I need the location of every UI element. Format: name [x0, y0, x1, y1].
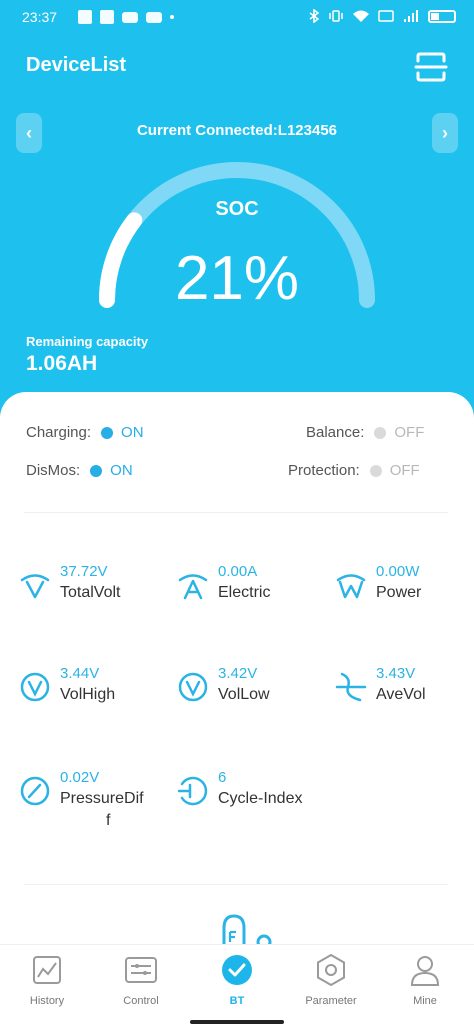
voltage-low-icon [178, 672, 208, 702]
pressure-diff-icon [20, 776, 50, 806]
metric-ave-vol: 3.43V AveVol [334, 664, 426, 706]
status-dot-icon [369, 464, 382, 477]
metric-vol-low: 3.42V VolLow [176, 664, 270, 706]
wifi-icon [353, 10, 369, 22]
average-voltage-icon [335, 672, 367, 702]
signal-icon [404, 10, 418, 22]
dismos-state-value: ON [110, 462, 133, 479]
sim-icon [378, 10, 394, 22]
tab-bt[interactable]: BT [190, 953, 284, 1007]
metric-value: 6 [218, 769, 227, 786]
metric-cycle-index: 6 Cycle-Index [176, 768, 302, 810]
dismos-state[interactable]: DisMos: ON [26, 462, 133, 479]
next-device-button[interactable]: › [432, 113, 458, 153]
protection-state-value: OFF [389, 462, 420, 479]
cycle-index-icon [177, 776, 208, 806]
metric-electric: 0.00A Electric [176, 562, 270, 604]
balance-state-label: Balance: [306, 424, 365, 441]
metric-pressure-diff: 0.02V PressureDif f [18, 768, 144, 832]
car-icon [122, 11, 138, 23]
metric-value: 37.72V [60, 563, 108, 580]
status-dot-icon [374, 426, 387, 439]
metric-vol-high: 3.44V VolHigh [18, 664, 115, 706]
metric-label: Power [376, 584, 422, 601]
bottom-tab-bar: History Control BT Parameter Mine [0, 944, 474, 1031]
metric-value: 3.42V [218, 665, 258, 682]
scan-frame-icon[interactable] [414, 50, 448, 84]
divider [24, 884, 448, 885]
status-notification-icons [78, 10, 174, 24]
car-icon-2 [146, 11, 162, 23]
tab-label: Control [123, 995, 159, 1007]
divider [24, 512, 448, 513]
tab-label: Parameter [305, 995, 357, 1007]
tab-parameter[interactable]: Parameter [284, 953, 378, 1007]
total-volt-icon [20, 574, 50, 599]
status-time: 23:37 [22, 9, 58, 25]
balance-state[interactable]: Balance: OFF [306, 424, 424, 441]
metric-label-wrap: f [106, 812, 111, 829]
protection-state[interactable]: Protection: OFF [288, 462, 420, 479]
bluetooth-check-icon [222, 955, 252, 985]
tab-history[interactable]: History [0, 953, 94, 1007]
metric-total-volt: 37.72V TotalVolt [18, 562, 120, 604]
user-icon [410, 956, 440, 986]
vibrate-icon [329, 10, 343, 22]
remaining-capacity-label: Remaining capacity [26, 334, 149, 349]
tab-label: BT [229, 995, 245, 1007]
balance-state-value: OFF [394, 424, 425, 441]
metric-label: VolLow [218, 686, 270, 703]
power-icon [336, 574, 366, 599]
history-chart-icon [33, 956, 61, 984]
status-dot-icon [101, 426, 114, 439]
page-title[interactable]: DeviceList [26, 54, 126, 77]
remaining-capacity-value: 1.06AH [26, 352, 98, 375]
app-notification-icon [100, 10, 114, 24]
grid-app-icon [78, 10, 92, 24]
status-bar: 23:37 [0, 0, 474, 36]
metric-label: TotalVolt [60, 584, 121, 601]
metric-value: 3.43V [376, 665, 416, 682]
metric-value: 0.00A [218, 563, 258, 580]
connected-device-label: Current Connected:L123456 [136, 122, 338, 139]
battery-icon [428, 9, 456, 23]
bluetooth-icon [309, 9, 320, 23]
soc-label: SOC [215, 198, 259, 220]
voltage-high-icon [20, 672, 50, 702]
metric-label: VolHigh [60, 686, 116, 703]
charging-state-value: ON [121, 424, 144, 441]
metric-label: Cycle-Index [218, 790, 303, 807]
battery-cell-icon [222, 914, 272, 944]
chevron-right-icon: › [442, 122, 448, 143]
more-dot-icon [170, 15, 174, 19]
electric-current-icon [178, 574, 208, 600]
metric-value: 0.00W [376, 563, 420, 580]
metric-label: PressureDif [60, 790, 144, 807]
tab-label: History [29, 995, 65, 1007]
tab-mine[interactable]: Mine [378, 953, 472, 1007]
tab-control[interactable]: Control [94, 953, 188, 1007]
battery-info-card: Charging: ON Balance: OFF DisMos: ON Pro… [0, 392, 474, 952]
header-panel: 23:37 DeviceList ‹ Current Connected:L12… [0, 0, 474, 430]
metric-value: 3.44V [60, 665, 100, 682]
soc-value: 21% [174, 244, 300, 313]
dismos-state-label: DisMos: [26, 462, 81, 479]
home-indicator [190, 1020, 284, 1024]
metric-value: 0.02V [60, 769, 100, 786]
parameter-hexagon-icon [317, 953, 345, 987]
metric-power: 0.00W Power [334, 562, 421, 604]
protection-state-label: Protection: [288, 462, 360, 479]
control-panel-icon [125, 957, 157, 983]
tab-label: Mine [413, 995, 437, 1007]
charging-state-label: Charging: [26, 424, 92, 441]
charging-state[interactable]: Charging: ON [26, 424, 144, 441]
status-system-icons [308, 9, 456, 23]
status-dot-icon [90, 464, 103, 477]
metric-label: Electric [218, 584, 271, 601]
metric-label: AveVol [376, 686, 426, 703]
